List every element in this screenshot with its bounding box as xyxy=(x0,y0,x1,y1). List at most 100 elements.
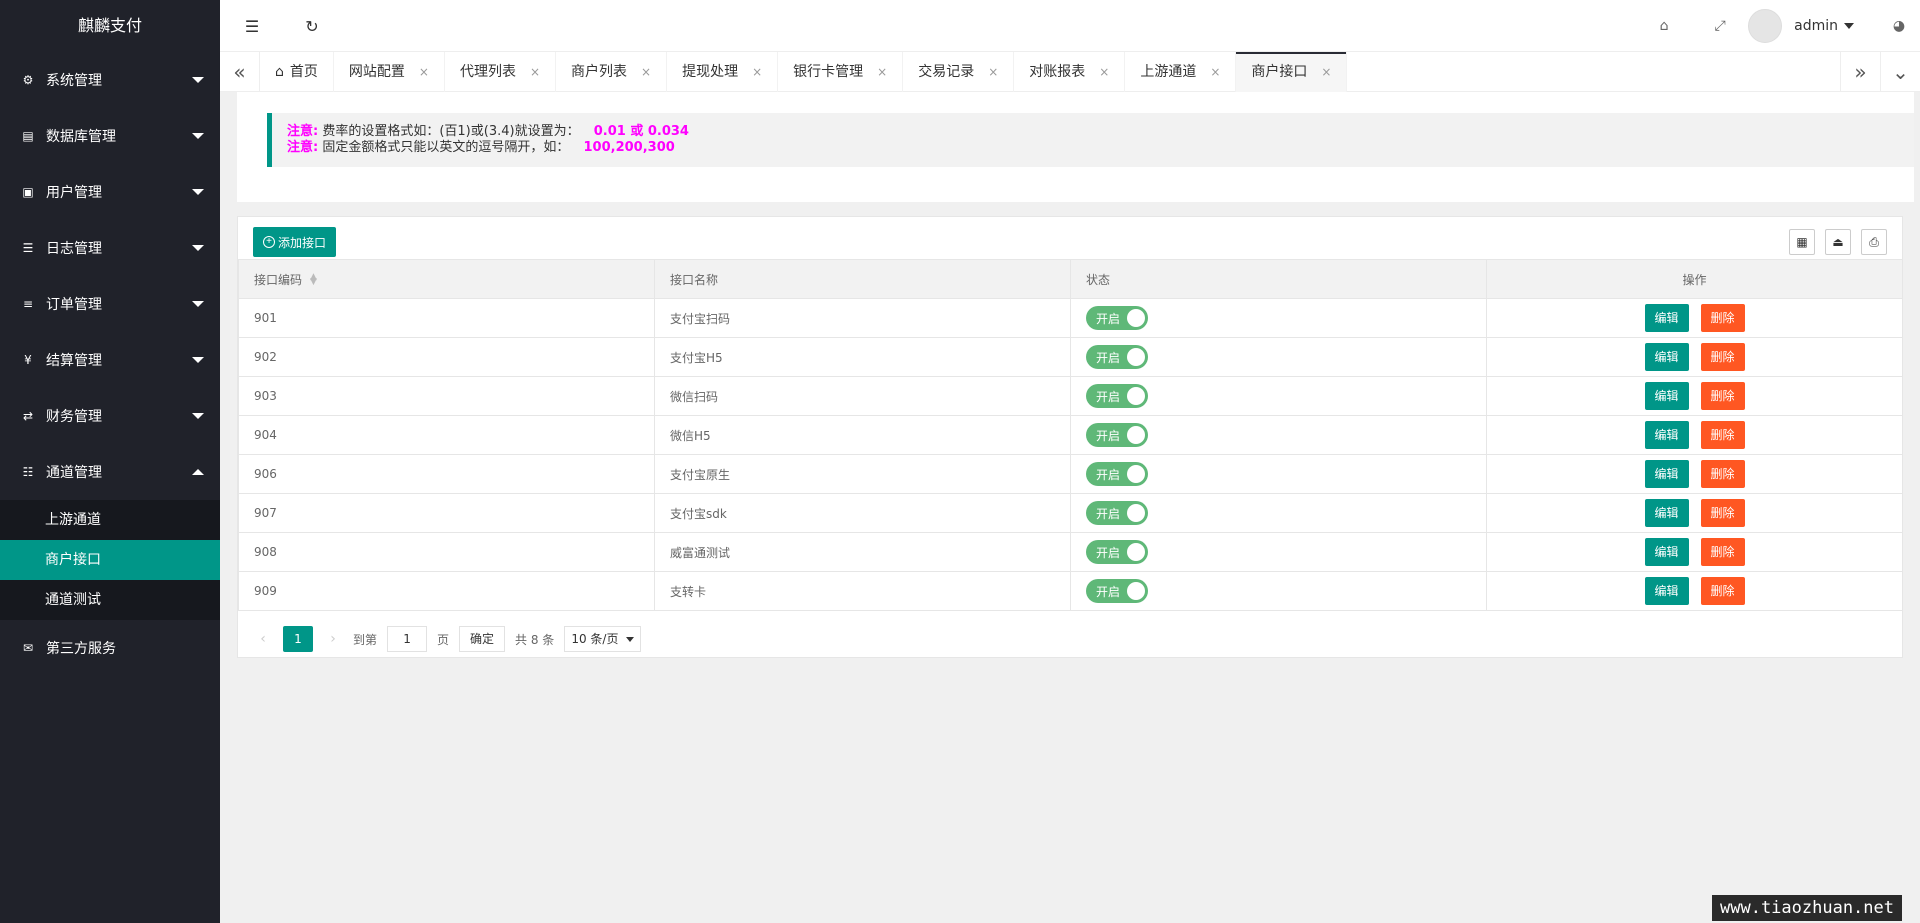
cell-status: 开启 xyxy=(1070,337,1487,377)
sidebar-item-6[interactable]: ⇄ 财务管理 xyxy=(0,388,220,444)
tab-label: 首页 xyxy=(289,64,318,80)
close-icon[interactable]: × xyxy=(1099,52,1109,92)
edit-button[interactable]: 编辑 xyxy=(1644,421,1689,449)
status-toggle[interactable]: 开启 xyxy=(1086,423,1148,447)
table-toolbar: + 添加接口 ▦ ⏏ ⎙ xyxy=(238,217,1902,257)
cell-actions: 编辑 删除 xyxy=(1486,337,1903,377)
toggle-knob xyxy=(1127,543,1145,561)
avatar[interactable] xyxy=(1748,9,1783,43)
delete-button[interactable]: 删除 xyxy=(1700,343,1745,371)
pagination: ‹ 1 › 到第 1 页 确定 共 8 条 10 条/页 xyxy=(253,626,642,652)
sidebar-item-0[interactable]: ⚙ 系统管理 xyxy=(0,52,220,108)
sidebar-item-1[interactable]: ▤ 数据库管理 xyxy=(0,108,220,164)
edit-button[interactable]: 编辑 xyxy=(1644,460,1689,488)
home-icon: ⌂ xyxy=(275,64,284,80)
tab-7[interactable]: 对账报表 × xyxy=(1014,52,1126,92)
sidebar-item-2[interactable]: ▣ 用户管理 xyxy=(0,164,220,220)
edit-button[interactable]: 编辑 xyxy=(1644,304,1689,332)
toggle-knob xyxy=(1127,465,1145,483)
tag-icon[interactable]: ⌂ xyxy=(1636,18,1692,34)
add-interface-button[interactable]: + 添加接口 xyxy=(253,227,337,257)
tabs-scroll-right-icon[interactable]: » xyxy=(1840,52,1880,92)
tab-8[interactable]: 上游通道 × xyxy=(1125,52,1237,92)
status-toggle[interactable]: 开启 xyxy=(1086,540,1148,564)
column-header-code[interactable]: 接口编码 ▲ ▼ xyxy=(238,259,655,299)
close-icon[interactable]: × xyxy=(1321,52,1331,92)
tabs-scroll-left-icon[interactable]: « xyxy=(220,52,260,92)
tab-9[interactable]: 商户接口 × xyxy=(1236,52,1348,92)
status-toggle[interactable]: 开启 xyxy=(1086,345,1148,369)
columns-icon[interactable]: ▦ xyxy=(1789,229,1815,255)
table-header-row: 接口编码 ▲ ▼ 接口名称 状态 操作 xyxy=(238,259,1903,299)
tab-0[interactable]: ⌂ 首页 xyxy=(260,52,334,92)
cell-name: 支付宝原生 xyxy=(654,454,1071,494)
close-icon[interactable]: × xyxy=(752,52,762,92)
sidebar-subitem-2[interactable]: 通道测试 xyxy=(0,580,220,620)
sidebar-subitem-1[interactable]: 商户接口 xyxy=(0,540,220,580)
edit-button[interactable]: 编辑 xyxy=(1644,577,1689,605)
sidebar-item-4[interactable]: ≡ 订单管理 xyxy=(0,276,220,332)
status-toggle[interactable]: 开启 xyxy=(1086,462,1148,486)
tab-5[interactable]: 银行卡管理 × xyxy=(778,52,904,92)
tab-6[interactable]: 交易记录 × xyxy=(903,52,1015,92)
toggle-label: 开启 xyxy=(1096,584,1121,599)
sidebar-subitem-0[interactable]: 上游通道 xyxy=(0,500,220,540)
delete-button[interactable]: 删除 xyxy=(1700,382,1745,410)
delete-button[interactable]: 删除 xyxy=(1700,421,1745,449)
chevron-down-icon xyxy=(192,189,204,195)
close-icon[interactable]: × xyxy=(419,52,429,92)
print-icon[interactable]: ⎙ xyxy=(1861,229,1887,255)
delete-button[interactable]: 删除 xyxy=(1700,304,1745,332)
sidebar: 麒麟支付 ⚙ 系统管理 ▤ 数据库管理 ▣ 用户管理 ☰ 日志管理 ≡ 订单管理 ¥ 结算管理 ⇄ 财务管… xyxy=(0,0,220,923)
database-icon: ▤ xyxy=(22,129,34,143)
theme-icon[interactable]: ◕ xyxy=(1884,18,1914,34)
close-icon[interactable]: × xyxy=(530,52,540,92)
cell-name: 微信扫码 xyxy=(654,376,1071,416)
menu-toggle-icon[interactable]: ☰ xyxy=(240,14,264,38)
table-row: 906 支付宝原生 开启 编辑 删除 xyxy=(238,454,1903,494)
goto-page-input[interactable]: 1 xyxy=(387,626,428,652)
status-toggle[interactable]: 开启 xyxy=(1086,306,1148,330)
sidebar-item-third-party[interactable]: ✉ 第三方服务 xyxy=(0,620,220,676)
edit-button[interactable]: 编辑 xyxy=(1644,538,1689,566)
delete-button[interactable]: 删除 xyxy=(1700,460,1745,488)
table-tools: ▦ ⏏ ⎙ xyxy=(1779,229,1887,255)
tabs-menu-icon[interactable]: ⌄ xyxy=(1880,52,1920,92)
tab-3[interactable]: 商户列表 × xyxy=(556,52,668,92)
cell-name: 支付宝sdk xyxy=(654,493,1071,533)
close-icon[interactable]: × xyxy=(877,52,887,92)
sort-icon[interactable]: ▲ ▼ xyxy=(310,273,317,287)
goto-confirm-button[interactable]: 确定 xyxy=(459,626,506,652)
delete-button[interactable]: 删除 xyxy=(1700,499,1745,527)
export-icon[interactable]: ⏏ xyxy=(1825,229,1851,255)
delete-button[interactable]: 删除 xyxy=(1700,577,1745,605)
edit-button[interactable]: 编辑 xyxy=(1644,499,1689,527)
close-icon[interactable]: × xyxy=(988,52,998,92)
tab-4[interactable]: 提现处理 × xyxy=(667,52,779,92)
prev-page-icon[interactable]: ‹ xyxy=(253,631,273,647)
edit-button[interactable]: 编辑 xyxy=(1644,382,1689,410)
page-number-current[interactable]: 1 xyxy=(283,626,313,652)
chevron-down-icon xyxy=(192,357,204,363)
sidebar-item-3[interactable]: ☰ 日志管理 xyxy=(0,220,220,276)
refresh-icon[interactable]: ↻ xyxy=(300,14,324,38)
sidebar-item-5[interactable]: ¥ 结算管理 xyxy=(0,332,220,388)
status-toggle[interactable]: 开启 xyxy=(1086,384,1148,408)
close-icon[interactable]: × xyxy=(1210,52,1220,92)
table-row: 903 微信扫码 开启 编辑 删除 xyxy=(238,376,1903,416)
status-toggle[interactable]: 开启 xyxy=(1086,501,1148,525)
tab-label: 商户列表 xyxy=(571,64,628,80)
toggle-label: 开启 xyxy=(1096,428,1121,443)
tab-1[interactable]: 网站配置 × xyxy=(334,52,445,92)
sidebar-item-7[interactable]: ☷ 通道管理 xyxy=(0,444,220,500)
fullscreen-icon[interactable]: ⤢ xyxy=(1692,18,1748,34)
close-icon[interactable]: × xyxy=(641,52,651,92)
delete-button[interactable]: 删除 xyxy=(1700,538,1745,566)
edit-button[interactable]: 编辑 xyxy=(1644,343,1689,371)
tab-2[interactable]: 代理列表 × xyxy=(445,52,557,92)
next-page-icon[interactable]: › xyxy=(323,631,343,647)
page-size-select[interactable]: 10 条/页 xyxy=(564,626,642,652)
chevron-down-icon xyxy=(192,77,204,83)
user-menu[interactable]: admin xyxy=(1794,18,1854,34)
status-toggle[interactable]: 开启 xyxy=(1086,579,1148,603)
